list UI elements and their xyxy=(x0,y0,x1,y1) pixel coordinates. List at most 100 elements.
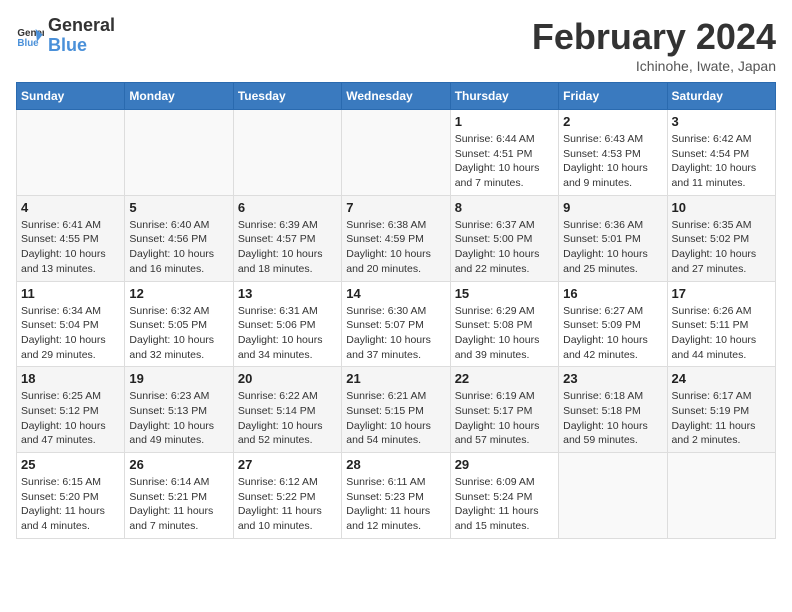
calendar-cell: 28 Sunrise: 6:11 AM Sunset: 5:23 PM Dayli… xyxy=(342,453,450,539)
calendar-cell xyxy=(17,110,125,196)
svg-text:Blue: Blue xyxy=(17,38,39,49)
calendar-cell: 1 Sunrise: 6:44 AM Sunset: 4:51 PM Daylig… xyxy=(450,110,558,196)
day-number: 23 xyxy=(563,371,662,386)
day-number: 27 xyxy=(238,457,337,472)
day-number: 11 xyxy=(21,286,120,301)
calendar-cell xyxy=(559,453,667,539)
location-subtitle: Ichinohe, Iwate, Japan xyxy=(532,58,776,74)
day-info: Sunrise: 6:11 AM Sunset: 5:23 PM Dayligh… xyxy=(346,475,445,534)
calendar-cell: 27 Sunrise: 6:12 AM Sunset: 5:22 PM Dayli… xyxy=(233,453,341,539)
day-info: Sunrise: 6:23 AM Sunset: 5:13 PM Dayligh… xyxy=(129,389,228,448)
day-number: 29 xyxy=(455,457,554,472)
calendar-cell xyxy=(233,110,341,196)
day-number: 9 xyxy=(563,200,662,215)
weekday-header-friday: Friday xyxy=(559,83,667,110)
weekday-header-saturday: Saturday xyxy=(667,83,775,110)
day-info: Sunrise: 6:15 AM Sunset: 5:20 PM Dayligh… xyxy=(21,475,120,534)
calendar-cell: 8 Sunrise: 6:37 AM Sunset: 5:00 PM Daylig… xyxy=(450,195,558,281)
title-block: February 2024 Ichinohe, Iwate, Japan xyxy=(532,16,776,74)
day-number: 19 xyxy=(129,371,228,386)
day-info: Sunrise: 6:43 AM Sunset: 4:53 PM Dayligh… xyxy=(563,132,662,191)
calendar-week-row: 1 Sunrise: 6:44 AM Sunset: 4:51 PM Daylig… xyxy=(17,110,776,196)
calendar-week-row: 18Sunrise: 6:25 AM Sunset: 5:12 PM Dayli… xyxy=(17,367,776,453)
day-info: Sunrise: 6:38 AM Sunset: 4:59 PM Dayligh… xyxy=(346,218,445,277)
calendar-cell: 3Sunrise: 6:42 AM Sunset: 4:54 PM Daylig… xyxy=(667,110,775,196)
day-number: 17 xyxy=(672,286,771,301)
calendar-cell: 16Sunrise: 6:27 AM Sunset: 5:09 PM Dayli… xyxy=(559,281,667,367)
calendar-cell xyxy=(342,110,450,196)
day-info: Sunrise: 6:29 AM Sunset: 5:08 PM Dayligh… xyxy=(455,304,554,363)
page-header: General Blue General Blue February 2024 … xyxy=(16,16,776,74)
day-info: Sunrise: 6:31 AM Sunset: 5:06 PM Dayligh… xyxy=(238,304,337,363)
calendar-week-row: 11Sunrise: 6:34 AM Sunset: 5:04 PM Dayli… xyxy=(17,281,776,367)
weekday-header-sunday: Sunday xyxy=(17,83,125,110)
calendar-cell: 15 Sunrise: 6:29 AM Sunset: 5:08 PM Dayli… xyxy=(450,281,558,367)
day-info: Sunrise: 6:25 AM Sunset: 5:12 PM Dayligh… xyxy=(21,389,120,448)
calendar-cell: 29 Sunrise: 6:09 AM Sunset: 5:24 PM Dayli… xyxy=(450,453,558,539)
calendar-cell: 20 Sunrise: 6:22 AM Sunset: 5:14 PM Dayli… xyxy=(233,367,341,453)
calendar-cell: 11Sunrise: 6:34 AM Sunset: 5:04 PM Dayli… xyxy=(17,281,125,367)
day-number: 1 xyxy=(455,114,554,129)
calendar-cell: 23 Sunrise: 6:18 AM Sunset: 5:18 PM Dayli… xyxy=(559,367,667,453)
day-info: Sunrise: 6:39 AM Sunset: 4:57 PM Dayligh… xyxy=(238,218,337,277)
logo-blue: Blue xyxy=(48,36,115,56)
day-info: Sunrise: 6:21 AM Sunset: 5:15 PM Dayligh… xyxy=(346,389,445,448)
calendar-cell xyxy=(125,110,233,196)
calendar-cell: 2Sunrise: 6:43 AM Sunset: 4:53 PM Daylig… xyxy=(559,110,667,196)
day-info: Sunrise: 6:41 AM Sunset: 4:55 PM Dayligh… xyxy=(21,218,120,277)
day-info: Sunrise: 6:14 AM Sunset: 5:21 PM Dayligh… xyxy=(129,475,228,534)
day-info: Sunrise: 6:30 AM Sunset: 5:07 PM Dayligh… xyxy=(346,304,445,363)
calendar-cell: 17 Sunrise: 6:26 AM Sunset: 5:11 PM Dayli… xyxy=(667,281,775,367)
day-number: 28 xyxy=(346,457,445,472)
calendar-cell: 24Sunrise: 6:17 AM Sunset: 5:19 PM Dayli… xyxy=(667,367,775,453)
day-info: Sunrise: 6:37 AM Sunset: 5:00 PM Dayligh… xyxy=(455,218,554,277)
calendar-cell: 18Sunrise: 6:25 AM Sunset: 5:12 PM Dayli… xyxy=(17,367,125,453)
calendar-cell: 19 Sunrise: 6:23 AM Sunset: 5:13 PM Dayli… xyxy=(125,367,233,453)
day-info: Sunrise: 6:27 AM Sunset: 5:09 PM Dayligh… xyxy=(563,304,662,363)
day-number: 26 xyxy=(129,457,228,472)
weekday-header-wednesday: Wednesday xyxy=(342,83,450,110)
day-number: 14 xyxy=(346,286,445,301)
logo: General Blue General Blue xyxy=(16,16,115,56)
weekday-header-monday: Monday xyxy=(125,83,233,110)
day-info: Sunrise: 6:12 AM Sunset: 5:22 PM Dayligh… xyxy=(238,475,337,534)
day-info: Sunrise: 6:09 AM Sunset: 5:24 PM Dayligh… xyxy=(455,475,554,534)
day-number: 20 xyxy=(238,371,337,386)
day-number: 6 xyxy=(238,200,337,215)
day-info: Sunrise: 6:19 AM Sunset: 5:17 PM Dayligh… xyxy=(455,389,554,448)
month-year-title: February 2024 xyxy=(532,16,776,58)
day-number: 25 xyxy=(21,457,120,472)
calendar-cell: 13 Sunrise: 6:31 AM Sunset: 5:06 PM Dayli… xyxy=(233,281,341,367)
calendar-cell: 9 Sunrise: 6:36 AM Sunset: 5:01 PM Daylig… xyxy=(559,195,667,281)
day-number: 8 xyxy=(455,200,554,215)
day-number: 10 xyxy=(672,200,771,215)
day-number: 15 xyxy=(455,286,554,301)
calendar-cell: 6 Sunrise: 6:39 AM Sunset: 4:57 PM Daylig… xyxy=(233,195,341,281)
logo-icon: General Blue xyxy=(16,22,44,50)
day-number: 13 xyxy=(238,286,337,301)
day-info: Sunrise: 6:42 AM Sunset: 4:54 PM Dayligh… xyxy=(672,132,771,191)
weekday-header-tuesday: Tuesday xyxy=(233,83,341,110)
calendar-cell: 7Sunrise: 6:38 AM Sunset: 4:59 PM Daylig… xyxy=(342,195,450,281)
calendar-cell: 10 Sunrise: 6:35 AM Sunset: 5:02 PM Dayli… xyxy=(667,195,775,281)
logo-general: General xyxy=(48,16,115,36)
day-number: 4 xyxy=(21,200,120,215)
day-info: Sunrise: 6:40 AM Sunset: 4:56 PM Dayligh… xyxy=(129,218,228,277)
calendar-cell: 4 Sunrise: 6:41 AM Sunset: 4:55 PM Daylig… xyxy=(17,195,125,281)
day-info: Sunrise: 6:36 AM Sunset: 5:01 PM Dayligh… xyxy=(563,218,662,277)
day-number: 12 xyxy=(129,286,228,301)
calendar-cell: 14 Sunrise: 6:30 AM Sunset: 5:07 PM Dayli… xyxy=(342,281,450,367)
calendar-cell: 5Sunrise: 6:40 AM Sunset: 4:56 PM Daylig… xyxy=(125,195,233,281)
day-info: Sunrise: 6:18 AM Sunset: 5:18 PM Dayligh… xyxy=(563,389,662,448)
day-info: Sunrise: 6:35 AM Sunset: 5:02 PM Dayligh… xyxy=(672,218,771,277)
weekday-header-thursday: Thursday xyxy=(450,83,558,110)
day-number: 21 xyxy=(346,371,445,386)
day-info: Sunrise: 6:32 AM Sunset: 5:05 PM Dayligh… xyxy=(129,304,228,363)
calendar-cell: 26 Sunrise: 6:14 AM Sunset: 5:21 PM Dayli… xyxy=(125,453,233,539)
day-info: Sunrise: 6:44 AM Sunset: 4:51 PM Dayligh… xyxy=(455,132,554,191)
day-info: Sunrise: 6:26 AM Sunset: 5:11 PM Dayligh… xyxy=(672,304,771,363)
calendar-cell: 22Sunrise: 6:19 AM Sunset: 5:17 PM Dayli… xyxy=(450,367,558,453)
calendar-week-row: 4 Sunrise: 6:41 AM Sunset: 4:55 PM Daylig… xyxy=(17,195,776,281)
day-info: Sunrise: 6:22 AM Sunset: 5:14 PM Dayligh… xyxy=(238,389,337,448)
calendar-week-row: 25 Sunrise: 6:15 AM Sunset: 5:20 PM Dayli… xyxy=(17,453,776,539)
